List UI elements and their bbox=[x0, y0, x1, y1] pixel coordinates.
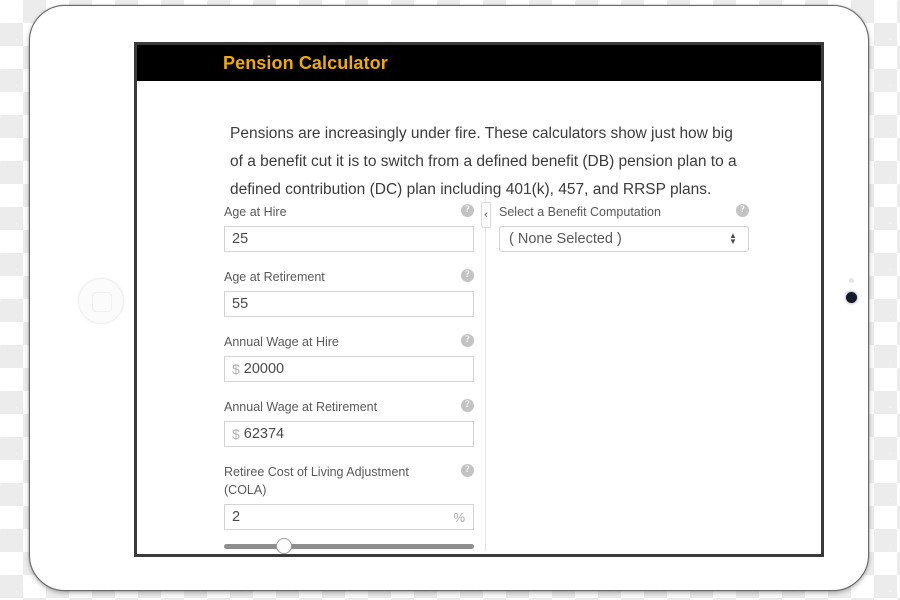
page-title: Pension Calculator bbox=[223, 53, 388, 73]
cola-input[interactable]: 2 % bbox=[224, 504, 474, 530]
slider-track[interactable] bbox=[224, 544, 474, 549]
help-circle-icon[interactable]: ? bbox=[461, 399, 474, 412]
field-label: Age at Retirement bbox=[224, 270, 325, 284]
home-button[interactable] bbox=[78, 278, 124, 324]
chevron-left-icon[interactable]: ‹ bbox=[481, 202, 491, 228]
help-circle-icon[interactable]: ? bbox=[736, 204, 749, 217]
input-panel: Age at Hire ? 25 Age at Retirement ? 55 … bbox=[224, 203, 474, 554]
input-value: 20000 bbox=[243, 361, 285, 377]
cola-slider[interactable] bbox=[224, 537, 474, 554]
annual-wage-at-retirement-input[interactable]: $ 62374 bbox=[224, 421, 474, 447]
help-circle-icon[interactable]: ? bbox=[461, 204, 474, 217]
down-triangle-icon: ▼ bbox=[729, 237, 737, 246]
help-circle-icon[interactable]: ? bbox=[461, 464, 474, 477]
benefit-computation-select[interactable]: ( None Selected ) ▲ ▼ bbox=[499, 226, 749, 252]
percent-suffix: % bbox=[453, 509, 465, 525]
currency-prefix: $ bbox=[232, 361, 240, 377]
annual-wage-at-hire-input[interactable]: $ 20000 bbox=[224, 356, 474, 382]
app-titlebar: Pension Calculator bbox=[137, 45, 821, 81]
field-label: Annual Wage at Hire bbox=[224, 335, 339, 349]
field-annual-wage-at-hire: Annual Wage at Hire ? $ 20000 bbox=[224, 333, 474, 382]
app-body: Pensions are increasingly under fire. Th… bbox=[137, 81, 821, 554]
sensor-dot-icon bbox=[849, 278, 854, 283]
benefit-computation-panel: Select a Benefit Computation ? ( None Se… bbox=[499, 203, 749, 268]
field-benefit-computation: Select a Benefit Computation ? ( None Se… bbox=[499, 203, 749, 252]
help-circle-icon[interactable]: ? bbox=[461, 334, 474, 347]
field-annual-wage-at-retirement: Annual Wage at Retirement ? $ 62374 bbox=[224, 398, 474, 447]
field-cola: Retiree Cost of Living Adjustment (COLA)… bbox=[224, 463, 474, 554]
input-value: 25 bbox=[232, 231, 249, 247]
tablet-device: Pension Calculator Pensions are increasi… bbox=[29, 5, 869, 591]
panel-divider bbox=[485, 194, 486, 551]
field-age-at-hire: Age at Hire ? 25 bbox=[224, 203, 474, 252]
field-label: Annual Wage at Retirement bbox=[224, 400, 378, 414]
stepper-updown-icon[interactable]: ▲ ▼ bbox=[724, 232, 742, 246]
age-at-retirement-input[interactable]: 55 bbox=[224, 291, 474, 317]
input-value: 2 bbox=[232, 509, 241, 525]
select-value: ( None Selected ) bbox=[509, 231, 622, 247]
age-at-hire-input[interactable]: 25 bbox=[224, 226, 474, 252]
slider-thumb[interactable] bbox=[276, 538, 292, 554]
input-value: 55 bbox=[232, 296, 249, 312]
input-value: 62374 bbox=[243, 426, 285, 442]
field-label: Retiree Cost of Living Adjustment (COLA) bbox=[224, 465, 409, 497]
home-square-icon bbox=[92, 292, 112, 312]
camera-dot-icon bbox=[846, 292, 857, 303]
field-label: Select a Benefit Computation bbox=[499, 205, 661, 219]
tablet-screen: Pension Calculator Pensions are increasi… bbox=[134, 42, 824, 557]
field-label: Age at Hire bbox=[224, 205, 287, 219]
help-circle-icon[interactable]: ? bbox=[461, 269, 474, 282]
field-age-at-retirement: Age at Retirement ? 55 bbox=[224, 268, 474, 317]
currency-prefix: $ bbox=[232, 426, 240, 442]
intro-paragraph: Pensions are increasingly under fire. Th… bbox=[230, 124, 737, 198]
